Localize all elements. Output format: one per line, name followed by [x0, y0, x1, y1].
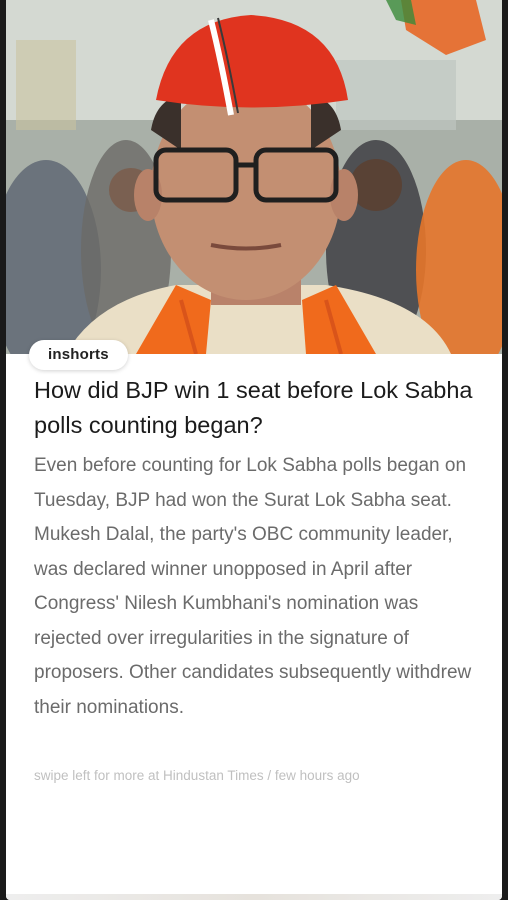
article-headline: How did BJP win 1 seat before Lok Sabha … [34, 377, 473, 438]
article-image [6, 0, 502, 354]
next-card-edge [6, 894, 502, 900]
news-card[interactable]: inshorts How did BJP win 1 seat before L… [6, 0, 502, 900]
article-body: Even before counting for Lok Sabha polls… [34, 455, 472, 718]
inshorts-badge: inshorts [29, 340, 128, 370]
source-footer-link[interactable]: swipe left for more at Hindustan Times /… [34, 766, 484, 786]
